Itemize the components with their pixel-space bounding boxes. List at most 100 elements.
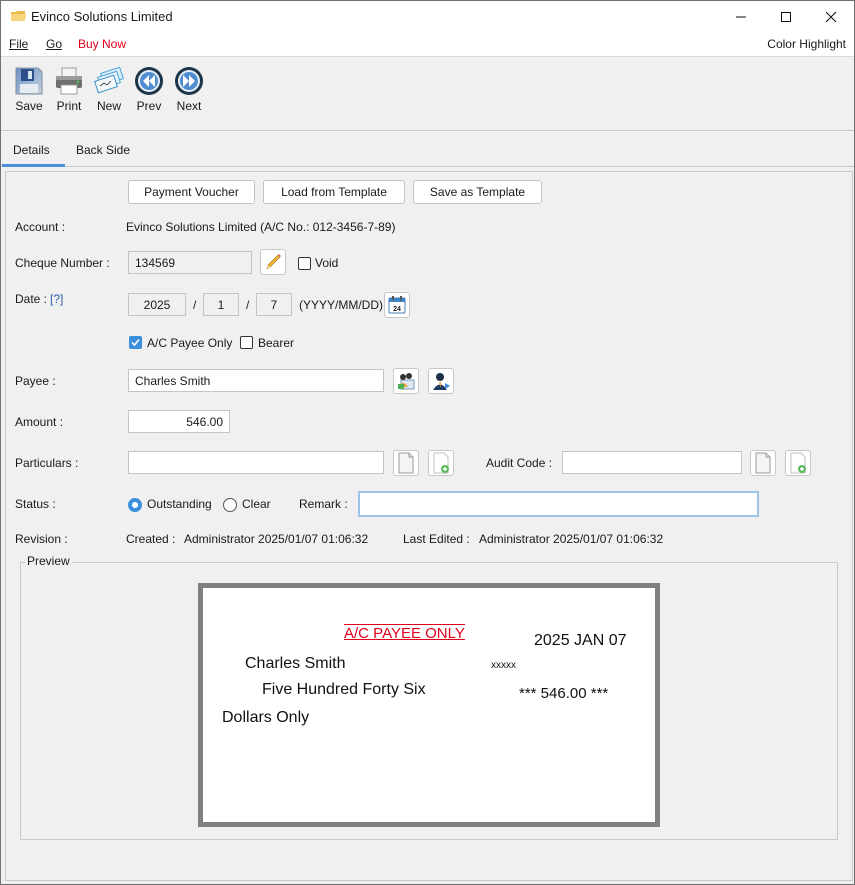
new-label: New (96, 99, 121, 113)
status-outstanding-radio[interactable] (128, 498, 142, 512)
floppy-disk-icon (15, 67, 43, 95)
cheque-number-field[interactable]: 134569 (128, 251, 252, 274)
app-window: Evinco Solutions Limited File Go Buy Now… (0, 0, 855, 885)
menu-bar: File Go Buy Now Color Highlight (1, 32, 854, 57)
minimize-icon (736, 16, 746, 17)
calendar-button[interactable]: 24 (384, 292, 410, 318)
amount-label: Amount : (15, 415, 64, 429)
contacts-icon (398, 373, 415, 390)
cheque-mask: xxxxx (491, 660, 516, 671)
status-clear-radio[interactable] (223, 498, 237, 512)
rewind-icon (135, 67, 163, 95)
particulars-template-button[interactable] (393, 450, 419, 476)
last-edited-value: Administrator 2025/01/07 01:06:32 (479, 532, 664, 546)
menu-file[interactable]: File (9, 37, 28, 51)
save-label: Save (15, 99, 43, 113)
bearer-label: Bearer (258, 336, 295, 350)
remark-label: Remark : (299, 497, 348, 511)
load-template-button[interactable]: Load from Template (263, 180, 405, 204)
particulars-label: Particulars : (15, 456, 79, 470)
prev-button[interactable]: Prev (129, 66, 169, 113)
new-button[interactable]: New (89, 66, 129, 113)
ac-payee-only-label: A/C Payee Only (147, 336, 233, 350)
prev-label: Prev (136, 99, 162, 113)
calendar-icon: 24 (388, 296, 406, 314)
document-icon (755, 452, 771, 474)
date-label: Date : (15, 292, 48, 306)
close-icon (825, 11, 837, 22)
status-clear-label: Clear (242, 497, 271, 511)
maximize-button[interactable] (763, 1, 809, 32)
date-day-field[interactable]: 7 (256, 293, 292, 316)
created-label: Created : (126, 532, 176, 546)
account-label: Account : (15, 220, 66, 234)
save-button[interactable]: Save (9, 66, 49, 113)
bearer-checkbox[interactable] (240, 336, 253, 349)
status-outstanding-label: Outstanding (147, 497, 212, 511)
last-edited-label: Last Edited : (403, 532, 470, 546)
menu-go-label: Go (46, 37, 63, 51)
remark-field[interactable] (358, 491, 759, 517)
cheque-date: 2025 JAN 07 (534, 632, 627, 649)
particulars-add-button[interactable] (428, 450, 454, 476)
preview-title: Preview (25, 554, 72, 568)
ac-payee-only-checkbox[interactable] (129, 336, 142, 349)
payee-select-button[interactable] (428, 368, 454, 394)
printer-icon (56, 67, 82, 95)
revision-label: Revision : (15, 532, 68, 546)
audit-code-add-button[interactable] (785, 450, 811, 476)
menu-file-label: File (9, 37, 29, 51)
checkmark-icon (131, 338, 140, 347)
new-cheque-icon (94, 66, 124, 94)
print-button[interactable]: Print (49, 66, 89, 113)
save-template-button[interactable]: Save as Template (413, 180, 542, 204)
title-bar: Evinco Solutions Limited (1, 1, 854, 32)
tab-back-side[interactable]: Back Side (76, 143, 130, 157)
date-year-field[interactable]: 2025 (128, 293, 186, 316)
next-button[interactable]: Next (169, 66, 209, 113)
pencil-icon (266, 254, 281, 270)
svg-text:24: 24 (393, 306, 401, 313)
status-label: Status : (15, 497, 56, 511)
void-checkbox[interactable] (298, 257, 311, 270)
toolbar: Save Print New Prev Next (1, 58, 854, 131)
void-label: Void (315, 256, 339, 270)
cheque-amount-suffix: Dollars Only (222, 709, 310, 726)
cheque-payee: Charles Smith (245, 655, 346, 672)
close-button[interactable] (808, 1, 854, 32)
account-value: Evinco Solutions Limited (A/C No.: 012-3… (126, 220, 396, 234)
date-format-hint: (YYYY/MM/DD) (299, 298, 383, 312)
created-value: Administrator 2025/01/07 01:06:32 (184, 532, 369, 546)
particulars-field[interactable] (128, 451, 384, 474)
cheque-amount-words: Five Hundred Forty Six (262, 681, 426, 698)
maximize-icon (781, 11, 791, 22)
document-add-icon (790, 452, 806, 474)
menu-buy-now[interactable]: Buy Now (78, 37, 126, 51)
audit-code-field[interactable] (562, 451, 742, 474)
date-help-link[interactable]: [?] (50, 292, 63, 306)
window-title: Evinco Solutions Limited (31, 9, 173, 24)
payee-list-button[interactable] (393, 368, 419, 394)
date-month-field[interactable]: 1 (203, 293, 239, 316)
document-icon (398, 452, 414, 474)
amount-field[interactable]: 546.00 (128, 410, 230, 433)
folder-icon (11, 11, 26, 21)
fast-forward-icon (175, 67, 203, 95)
payment-voucher-button[interactable]: Payment Voucher (128, 180, 255, 204)
tab-details[interactable]: Details (13, 143, 50, 157)
cheque-amount-figures: *** 546.00 *** (519, 685, 609, 702)
edit-cheque-number-button[interactable] (260, 249, 286, 275)
menu-go[interactable]: Go (46, 37, 62, 51)
date-separator: / (246, 298, 250, 312)
preview-group: Preview A/C PAYEE ONLY 2025 JAN 07 Charl… (20, 554, 838, 840)
next-label: Next (176, 99, 202, 113)
details-panel: Payment Voucher Load from Template Save … (5, 171, 853, 881)
payee-label: Payee : (15, 374, 56, 388)
minimize-button[interactable] (718, 1, 764, 32)
document-add-icon (433, 452, 449, 474)
cheque-preview: A/C PAYEE ONLY 2025 JAN 07 Charles Smith… (198, 583, 660, 827)
audit-code-template-button[interactable] (750, 450, 776, 476)
payee-field[interactable]: Charles Smith (128, 369, 384, 392)
active-tab-indicator (2, 164, 65, 167)
color-highlight-link[interactable]: Color Highlight (767, 37, 846, 51)
